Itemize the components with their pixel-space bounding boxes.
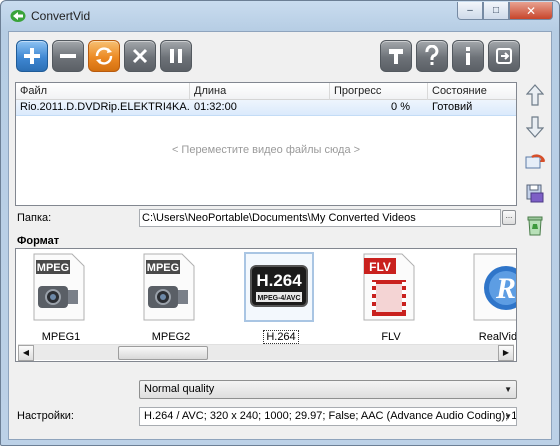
title-bar[interactable]: ConvertVid – □ ✕ [1,1,559,31]
help-button[interactable] [416,40,448,72]
app-logo-icon [10,10,26,22]
quality-value: Normal quality [144,383,215,395]
format-gallery: MPEG MPEG1 MPEG MPEG2 H.264 MPEG-4/AVC H… [15,248,517,362]
svg-text:H.264: H.264 [256,271,302,290]
add-icon [24,48,40,64]
column-header-progress[interactable]: Прогресс [330,83,428,100]
format-label: MPEG1 [41,331,81,343]
settings-value: H.264 / AVC; 320 x 240; 1000; 29.97; Fal… [144,410,517,422]
format-label: RealVide [478,331,517,343]
move-down-button[interactable] [521,114,549,140]
column-header-length[interactable]: Длина [190,83,330,100]
status-cell: Готовий [432,101,473,113]
column-header-file[interactable]: Файл [16,83,190,100]
stop-button[interactable] [124,40,156,72]
file-list[interactable]: Файл Длина Прогресс Состояние Rio.2011.D… [15,82,517,206]
scroll-left-button[interactable]: ◀ [18,345,34,361]
refresh-button[interactable] [521,148,549,174]
mpeg2-icon: MPEG [134,252,204,322]
folder-label: Папка: [17,212,52,224]
save-icon [526,184,544,203]
move-up-button[interactable] [521,82,549,108]
arrow-down-icon [526,116,544,138]
format-label: MPEG2 [151,331,191,343]
svg-text:FLV: FLV [369,260,391,274]
table-row[interactable]: Rio.2011.D.DVDRip.ELEKTRI4KA.avi 01:32:0… [16,100,516,116]
convert-icon [95,47,113,65]
settings-dropdown[interactable]: H.264 / AVC; 320 x 240; 1000; 29.97; Fal… [139,407,517,426]
length-cell: 01:32:00 [194,101,237,113]
svg-text:R: R [495,272,516,305]
toolbar [16,40,526,74]
drop-hint: < Переместите видео файлы сюда > [171,144,361,156]
window-title: ConvertVid [31,9,91,23]
save-button[interactable] [521,180,549,206]
recycle-bin-button[interactable] [521,212,549,238]
column-header-status[interactable]: Состояние [428,83,516,100]
exit-button[interactable] [488,40,520,72]
help-icon [425,45,439,65]
progress-cell: 0 % [391,101,410,113]
format-section-title: Формат [17,235,60,247]
refresh-icon [525,154,546,169]
minimize-button[interactable]: – [457,2,483,20]
h264-icon: H.264 MPEG-4/AVC [244,252,314,322]
file-list-header: Файл Длина Прогресс Состояние [16,83,516,100]
format-item-realvideo[interactable]: R RealVide [456,252,516,343]
close-button[interactable]: ✕ [509,2,553,20]
flv-icon: FLV [354,252,424,322]
scroll-right-button[interactable]: ▶ [498,345,514,361]
format-item-flv[interactable]: FLV FLV [346,252,430,343]
add-button[interactable] [16,40,48,72]
window-controls: – □ ✕ [457,2,553,20]
format-label: H.264 [236,330,326,344]
svg-text:MPEG: MPEG [147,262,179,274]
svg-text:MPEG: MPEG [37,262,69,274]
output-folder-field[interactable]: C:\Users\NeoPortable\Documents\My Conver… [139,209,501,227]
recycle-bin-icon [527,216,543,236]
remove-button[interactable] [52,40,84,72]
app-window: ConvertVid – □ ✕ Файл Длина Прогресс Сос… [0,0,560,446]
options-button[interactable] [380,40,412,72]
client-area: Файл Длина Прогресс Состояние Rio.2011.D… [8,31,552,440]
hammer-icon [389,49,403,64]
scroll-thumb[interactable] [118,346,208,360]
pause-icon [170,49,182,63]
file-name-cell: Rio.2011.D.DVDRip.ELEKTRI4KA.avi [20,101,190,113]
pause-button[interactable] [160,40,192,72]
format-item-mpeg1[interactable]: MPEG MPEG1 [16,252,100,343]
remove-icon [60,54,76,58]
format-item-h264[interactable]: H.264 MPEG-4/AVC H.264 [236,252,320,344]
format-item-mpeg2[interactable]: MPEG MPEG2 [126,252,210,343]
stop-icon [132,48,148,64]
settings-label: Настройки: [17,410,74,422]
format-scrollbar[interactable]: ◀ ▶ [18,344,514,361]
chevron-down-icon: ▼ [504,412,512,421]
realvideo-icon: R [464,252,516,322]
svg-text:MPEG-4/AVC: MPEG-4/AVC [257,295,300,302]
browse-button[interactable]: ... [502,210,516,225]
info-icon [466,47,470,65]
format-label-text: H.264 [263,330,299,344]
mpeg1-icon: MPEG [24,252,94,322]
convert-button[interactable] [88,40,120,72]
exit-icon [496,48,512,64]
arrow-up-icon [526,84,544,106]
info-button[interactable] [452,40,484,72]
maximize-button[interactable]: □ [483,2,509,20]
chevron-down-icon: ▼ [504,385,512,394]
quality-dropdown[interactable]: Normal quality ▼ [139,380,517,399]
format-label: FLV [381,331,401,343]
